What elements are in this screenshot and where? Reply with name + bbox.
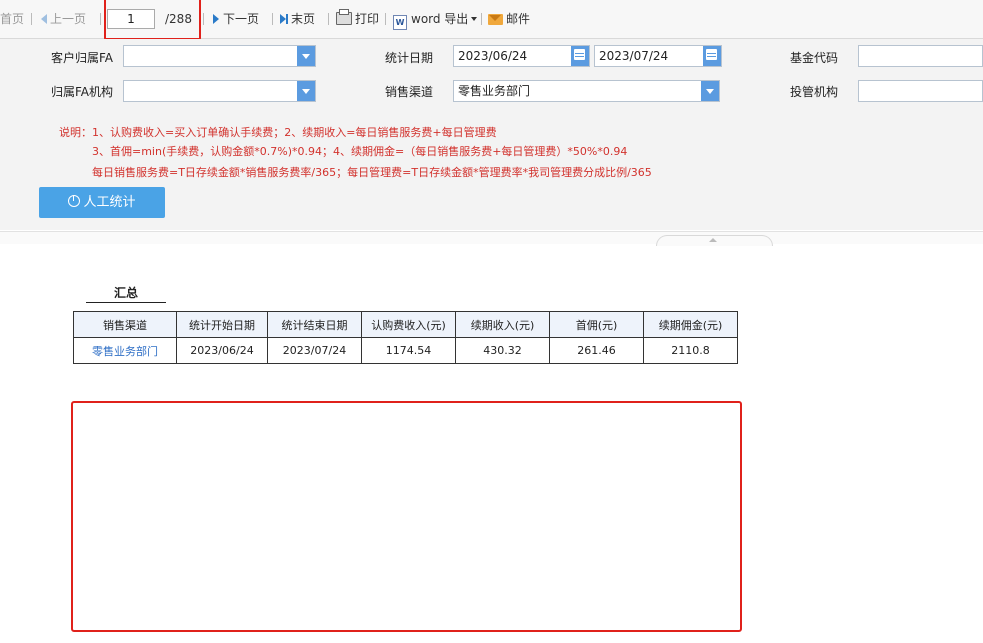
start-date-value: 2023/06/24 bbox=[458, 49, 528, 63]
column-header: 认购费收入(元) bbox=[361, 311, 456, 338]
investment-org-input[interactable] bbox=[858, 80, 983, 102]
mail-label: 邮件 bbox=[506, 12, 531, 26]
toolbar-separator bbox=[100, 13, 101, 25]
table-cell: 2023/07/24 bbox=[267, 337, 362, 364]
next-page-label: 下一页 bbox=[223, 12, 260, 26]
last-page-label: 末页 bbox=[291, 12, 316, 26]
stat-date-label: 统计日期 bbox=[385, 51, 434, 65]
sales-channel-value: 零售业务部门 bbox=[458, 84, 531, 98]
sales-channel-select[interactable]: 零售业务部门 bbox=[453, 80, 720, 102]
table-header-row: 销售渠道 统计开始日期 统计结束日期 认购费收入(元) 续期收入(元) 首佣(元… bbox=[73, 311, 738, 338]
page-number-highlight bbox=[104, 0, 201, 40]
prev-page-label: 上一页 bbox=[50, 12, 87, 26]
sales-channel-label: 销售渠道 bbox=[385, 85, 434, 99]
summary-table: 销售渠道 统计开始日期 统计结束日期 认购费收入(元) 续期收入(元) 首佣(元… bbox=[73, 311, 738, 364]
notes-line-1: 说明：1、认购费收入=买入订单确认手续费；2、续期收入=每日销售服务费+每日管理… bbox=[59, 126, 497, 139]
fund-code-input[interactable] bbox=[858, 45, 983, 67]
column-header: 续期佣金(元) bbox=[643, 311, 738, 338]
fa-org-label: 归属FA机构 bbox=[51, 85, 114, 99]
print-label: 打印 bbox=[355, 12, 380, 26]
chevron-down-icon bbox=[471, 17, 478, 21]
fa-org-select[interactable] bbox=[123, 80, 316, 102]
next-page-button[interactable]: 下一页 bbox=[213, 11, 259, 27]
table-cell: 2023/06/24 bbox=[176, 337, 268, 364]
report-title: 汇总 bbox=[86, 284, 166, 303]
table-cell: 2110.8 bbox=[643, 337, 738, 364]
end-date-input[interactable]: 2023/07/24 bbox=[594, 45, 722, 67]
column-header: 续期收入(元) bbox=[455, 311, 550, 338]
customer-fa-select[interactable] bbox=[123, 45, 316, 67]
toolbar-separator bbox=[481, 13, 482, 25]
column-header: 统计结束日期 bbox=[267, 311, 362, 338]
next-arrow-icon bbox=[213, 14, 219, 24]
printer-icon bbox=[336, 9, 352, 25]
pie-chart-icon bbox=[68, 195, 81, 207]
notes-line-2: 3、首佣=min(手续费，认购金额*0.7%)*0.94；4、续期佣金=（每日销… bbox=[92, 145, 628, 158]
notes-line-3: 每日销售服务费=T日存续金额*销售服务费率/365；每日管理费=T日存续金额*管… bbox=[92, 166, 652, 179]
table-cell: 261.46 bbox=[549, 337, 644, 364]
column-header: 统计开始日期 bbox=[176, 311, 268, 338]
table-cell: 1174.54 bbox=[361, 337, 456, 364]
manual-stat-button[interactable]: 人工统计 bbox=[39, 187, 165, 218]
prev-arrow-icon bbox=[41, 14, 47, 24]
table-row: 零售业务部门 2023/06/24 2023/07/24 1174.54 430… bbox=[73, 337, 738, 364]
collapse-panel-handle[interactable] bbox=[656, 235, 773, 246]
first-page-button[interactable]: 首页 bbox=[0, 11, 24, 27]
panel-divider bbox=[0, 231, 983, 244]
fund-code-label: 基金代码 bbox=[790, 51, 839, 65]
toolbar-separator bbox=[385, 13, 386, 25]
chevron-down-icon[interactable] bbox=[297, 81, 315, 101]
prev-page-button[interactable]: 上一页 bbox=[41, 11, 86, 27]
chevron-down-icon[interactable] bbox=[701, 81, 719, 101]
toolbar-separator bbox=[31, 13, 32, 25]
sales-channel-link[interactable]: 零售业务部门 bbox=[73, 337, 177, 364]
empty-area-highlight bbox=[71, 401, 742, 632]
calendar-icon[interactable] bbox=[571, 46, 589, 66]
word-icon: W bbox=[393, 15, 407, 30]
toolbar-separator bbox=[272, 13, 273, 25]
investment-org-label: 投管机构 bbox=[790, 85, 839, 99]
word-export-button[interactable]: Wword 导出 bbox=[393, 11, 478, 30]
customer-fa-label: 客户归属FA bbox=[51, 51, 114, 65]
toolbar-separator bbox=[328, 13, 329, 25]
chevron-down-icon[interactable] bbox=[297, 46, 315, 66]
word-export-label: word 导出 bbox=[411, 12, 469, 26]
column-header: 首佣(元) bbox=[549, 311, 644, 338]
mail-button[interactable]: 邮件 bbox=[488, 11, 530, 27]
print-button[interactable]: 打印 bbox=[336, 9, 380, 27]
table-cell: 430.32 bbox=[455, 337, 550, 364]
start-date-input[interactable]: 2023/06/24 bbox=[453, 45, 590, 67]
column-header: 销售渠道 bbox=[73, 311, 177, 338]
calendar-icon[interactable] bbox=[703, 46, 721, 66]
mail-icon bbox=[488, 14, 503, 25]
last-page-button[interactable]: 末页 bbox=[280, 11, 315, 27]
end-date-value: 2023/07/24 bbox=[599, 49, 669, 63]
manual-stat-label: 人工统计 bbox=[83, 195, 136, 210]
toolbar-separator bbox=[203, 13, 204, 25]
